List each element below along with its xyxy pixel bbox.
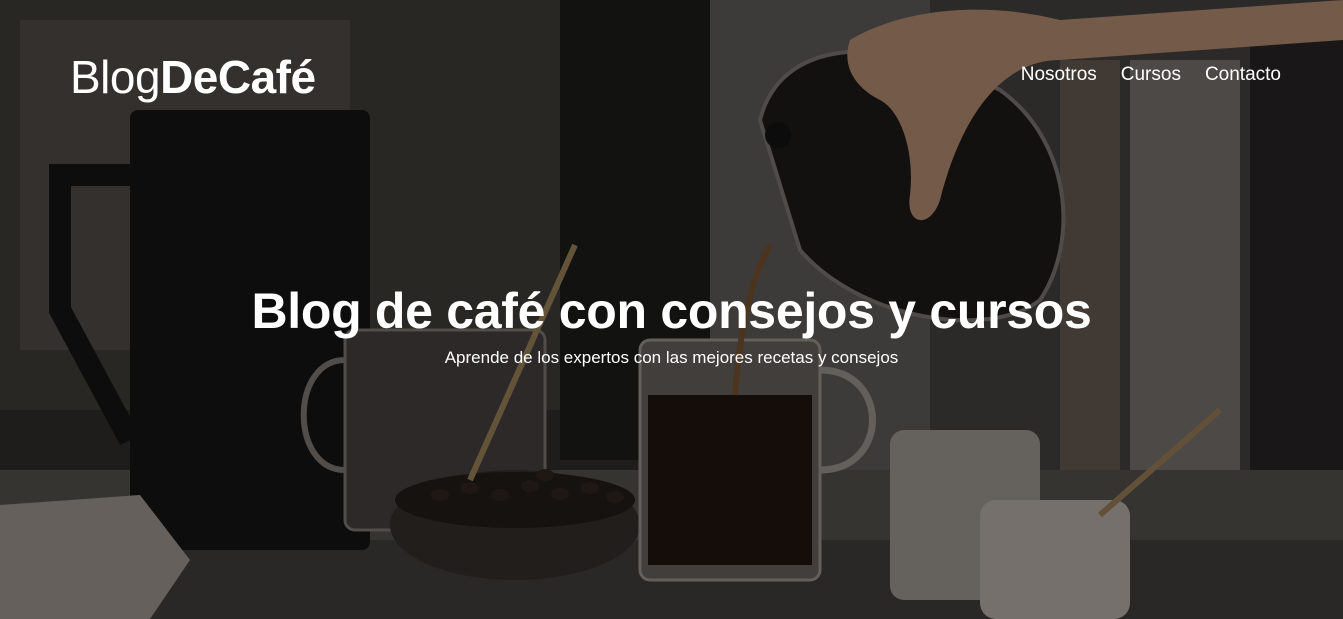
site-header: BlogDeCafé Nosotros Cursos Contacto	[0, 0, 1343, 150]
hero-section: BlogDeCafé Nosotros Cursos Contacto Blog…	[0, 0, 1343, 619]
nav-link-contacto[interactable]: Contacto	[1205, 62, 1281, 88]
hero-title: Blog de café con consejos y cursos	[251, 283, 1092, 339]
site-logo[interactable]: BlogDeCafé	[70, 50, 316, 104]
hero-text: Blog de café con consejos y cursos Apren…	[0, 280, 1343, 370]
logo-text-bold: DeCafé	[160, 51, 316, 103]
nav-link-nosotros[interactable]: Nosotros	[1021, 62, 1097, 88]
hero-subtitle: Aprende de los expertos con las mejores …	[444, 348, 899, 367]
nav-link-cursos[interactable]: Cursos	[1121, 62, 1181, 88]
main-nav: Nosotros Cursos Contacto	[1021, 62, 1281, 88]
logo-text-light: Blog	[70, 51, 161, 103]
